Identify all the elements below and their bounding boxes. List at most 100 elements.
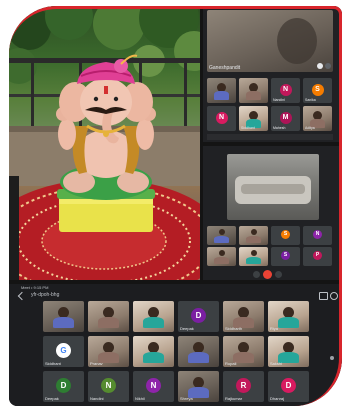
participant-tile[interactable]: Pranav <box>88 336 129 367</box>
participant-tile[interactable] <box>178 336 219 367</box>
participant-avatar: N <box>215 111 228 124</box>
participant-tile[interactable]: N <box>207 106 236 131</box>
participant-tile[interactable]: D Deepak <box>43 371 84 402</box>
participant-name: Siddharth <box>225 326 243 331</box>
participant-tile[interactable]: S <box>271 247 300 266</box>
participant-video-body <box>53 317 74 328</box>
participant-tile[interactable]: Siddhant <box>239 106 268 131</box>
participant-tile[interactable] <box>239 226 268 245</box>
collage-stage: Ganeshpandit N Nandini S Sanika N Siddhant M Ma… <box>0 0 349 410</box>
shared-video-feed <box>227 154 319 220</box>
participant-avatar: N <box>146 378 161 393</box>
participant-tile[interactable]: S Sanika <box>303 78 332 103</box>
participant-tile[interactable] <box>43 301 84 332</box>
participant-name: Shreya <box>180 396 193 401</box>
back-arrow-icon[interactable] <box>17 291 27 301</box>
leave-call-button[interactable] <box>263 270 272 279</box>
participant-video-body <box>143 352 164 363</box>
mic-icon <box>317 63 323 69</box>
participant-name: Aditya <box>305 126 315 130</box>
participant-video-body <box>214 236 229 243</box>
participant-video-body <box>214 91 229 100</box>
meet-panel-middle: S N S P <box>203 146 342 280</box>
scroll-indicator[interactable] <box>330 356 334 360</box>
participant-tile[interactable]: G Siddhant <box>43 336 84 367</box>
collage: Ganeshpandit N Nandini S Sanika N Siddhant M Ma… <box>9 6 342 406</box>
participant-tile[interactable] <box>239 78 268 103</box>
participant-video-body <box>98 317 119 328</box>
participant-avatar: S <box>281 230 290 239</box>
participant-name: Deepak <box>180 326 194 331</box>
status-bar-text: Meet • 9:15 PM <box>21 285 49 290</box>
participant-tile[interactable] <box>239 247 268 266</box>
bottom-strip <box>207 134 333 140</box>
participant-tile[interactable]: R Rajkumar <box>223 371 264 402</box>
ganesha-idol-illustration <box>9 6 200 280</box>
participant-name: Siddhant <box>45 361 61 366</box>
active-speaker-video: Ganeshpandit <box>207 10 333 72</box>
participant-tile[interactable] <box>133 301 174 332</box>
participant-tile[interactable]: Riya <box>268 301 309 332</box>
participant-video-body <box>246 236 261 243</box>
participant-avatar: D <box>56 378 71 393</box>
participant-name: Rupali <box>225 361 237 366</box>
participant-tile[interactable] <box>207 247 236 266</box>
participant-video-body <box>188 352 209 363</box>
participant-name: Nandini <box>90 396 104 401</box>
meeting-code: yfr-dpoh-bhg <box>31 292 60 298</box>
participant-name: Nikhil <box>135 396 145 401</box>
participant-tile[interactable] <box>207 226 236 245</box>
participant-video-figure <box>250 229 257 235</box>
participant-avatar: G <box>56 343 71 358</box>
participant-tile[interactable]: Sakshi <box>268 336 309 367</box>
more-options-icon <box>325 63 331 69</box>
participant-avatar: P <box>313 251 322 260</box>
participant-avatar: S <box>311 83 324 96</box>
participant-name: Sanika <box>305 98 316 102</box>
participant-tile[interactable]: Shreya <box>178 371 219 402</box>
participant-tile[interactable]: N Nandini <box>271 78 300 103</box>
switch-camera-icon[interactable] <box>319 292 328 300</box>
participant-tile[interactable]: D Deepak <box>178 301 219 332</box>
mic-toggle-button[interactable] <box>253 271 260 278</box>
participant-tile[interactable]: N <box>303 226 332 245</box>
meet-panel-bottom: Meet • 9:15 PM yfr-dpoh-bhg D Deepak Siddh… <box>9 284 342 406</box>
participant-tile[interactable]: Aditya <box>303 106 332 131</box>
participant-name: Dhanraj <box>270 396 285 401</box>
participant-tile[interactable]: S <box>271 226 300 245</box>
participant-avatar: N <box>101 378 116 393</box>
participant-avatar: N <box>313 230 322 239</box>
ganesha-idol-photo <box>9 6 200 280</box>
participant-video-body <box>143 317 164 328</box>
participant-name: Pranav <box>90 361 103 366</box>
participant-tile[interactable]: N Nandini <box>88 371 129 402</box>
participant-tile[interactable] <box>133 336 174 367</box>
speaker-icon[interactable] <box>330 292 338 300</box>
participant-video-figure <box>218 250 225 256</box>
participant-tile[interactable]: N Nikhil <box>133 371 174 402</box>
participant-video-body <box>246 257 261 264</box>
participant-video-figure <box>250 250 257 256</box>
participant-tile[interactable]: M Mahesh <box>271 106 300 131</box>
participant-name: Riya <box>270 326 279 331</box>
participant-avatar: D <box>281 378 296 393</box>
meet-panel-top: Ganeshpandit N Nandini S Sanika N Siddhant M Ma… <box>203 6 342 142</box>
participant-tile[interactable] <box>88 301 129 332</box>
participant-tile[interactable]: Siddharth <box>223 301 264 332</box>
participant-video-figure <box>218 229 225 235</box>
participant-tile[interactable] <box>207 78 236 103</box>
participant-name: Deepak <box>45 396 59 401</box>
participant-tile[interactable]: P <box>303 247 332 266</box>
participant-avatar: S <box>281 251 290 260</box>
participant-tile[interactable]: Rupali <box>223 336 264 367</box>
participant-avatar: R <box>236 378 251 393</box>
speaker-name-label: Ganeshpandit <box>209 65 241 71</box>
participant-tile[interactable]: D Dhanraj <box>268 371 309 402</box>
participant-name: Mahesh <box>273 126 286 130</box>
camera-toggle-button[interactable] <box>275 271 282 278</box>
participant-name: Sakshi <box>270 361 283 366</box>
participant-video-body <box>214 257 229 264</box>
participant-name: Siddhant <box>241 126 255 130</box>
participant-avatar: N <box>279 83 292 96</box>
participant-video-body <box>246 91 261 100</box>
